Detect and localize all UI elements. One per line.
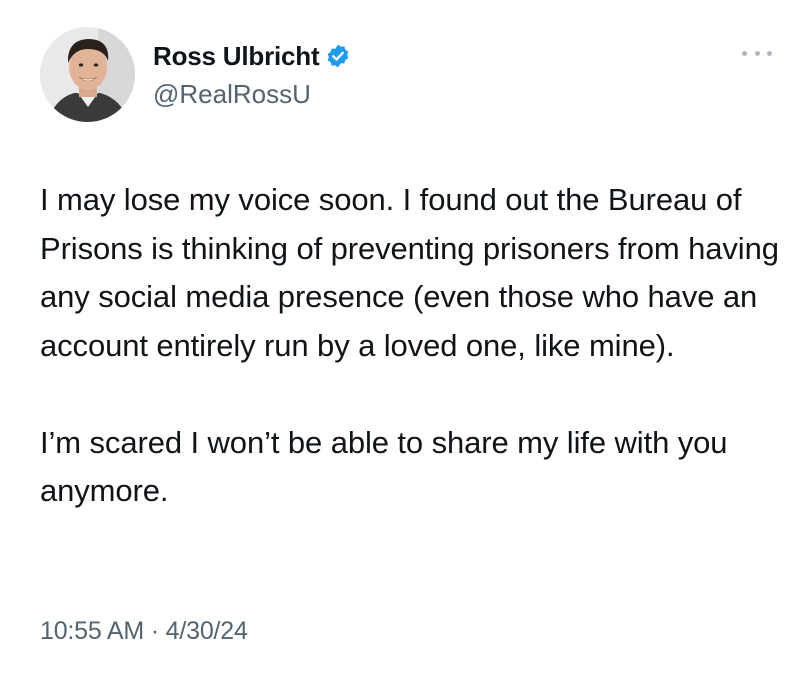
tweet-card: Ross Ulbricht @RealRossU I may lose my v… (0, 0, 809, 676)
more-options-icon[interactable] (742, 47, 772, 59)
tweet-date: 4/30/24 (165, 617, 248, 645)
tweet-time: 10:55 AM (40, 617, 145, 645)
more-dot (742, 50, 747, 56)
verified-badge-icon (325, 43, 351, 69)
tweet-timestamp[interactable]: 10:55 AM · 4/30/24 (40, 617, 248, 646)
avatar-photo (40, 27, 135, 122)
tweet-header: Ross Ulbricht @RealRossU (40, 27, 780, 123)
avatar[interactable] (40, 27, 135, 122)
author-name-row: Ross Ulbricht (153, 37, 351, 75)
tweet-paragraph: I may lose my voice soon. I found out th… (40, 182, 779, 363)
author-info: Ross Ulbricht @RealRossU (153, 37, 351, 110)
more-dot (767, 50, 772, 56)
tweet-text: I may lose my voice soon. I found out th… (40, 176, 790, 516)
author-handle[interactable]: @RealRossU (153, 79, 351, 110)
more-dot (754, 50, 760, 56)
author-display-name[interactable]: Ross Ulbricht (153, 41, 320, 72)
tweet-paragraph: I’m scared I won’t be able to share my l… (40, 424, 728, 509)
meta-separator: · (150, 617, 159, 645)
